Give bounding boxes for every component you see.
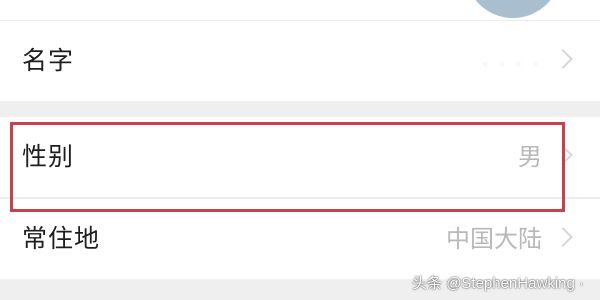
chevron-right-icon: [553, 227, 573, 247]
name-row[interactable]: 名字 . . . .: [0, 21, 600, 101]
avatar[interactable]: [465, 0, 561, 18]
gender-label: 性别: [22, 142, 75, 171]
top-strip: [0, 0, 600, 20]
location-label: 常住地: [22, 224, 101, 253]
chevron-right-icon: [553, 145, 573, 165]
location-value: 中国大陆: [446, 225, 542, 253]
watermark: 头条 @StephenHawking ·: [412, 275, 584, 292]
gender-row[interactable]: 性别 男: [0, 117, 600, 197]
name-label: 名字: [22, 46, 75, 75]
name-value: . . . .: [482, 53, 542, 69]
chevron-right-icon: [553, 49, 573, 69]
location-row[interactable]: 常住地 中国大陆: [0, 199, 600, 279]
gender-value: 男: [518, 143, 542, 171]
